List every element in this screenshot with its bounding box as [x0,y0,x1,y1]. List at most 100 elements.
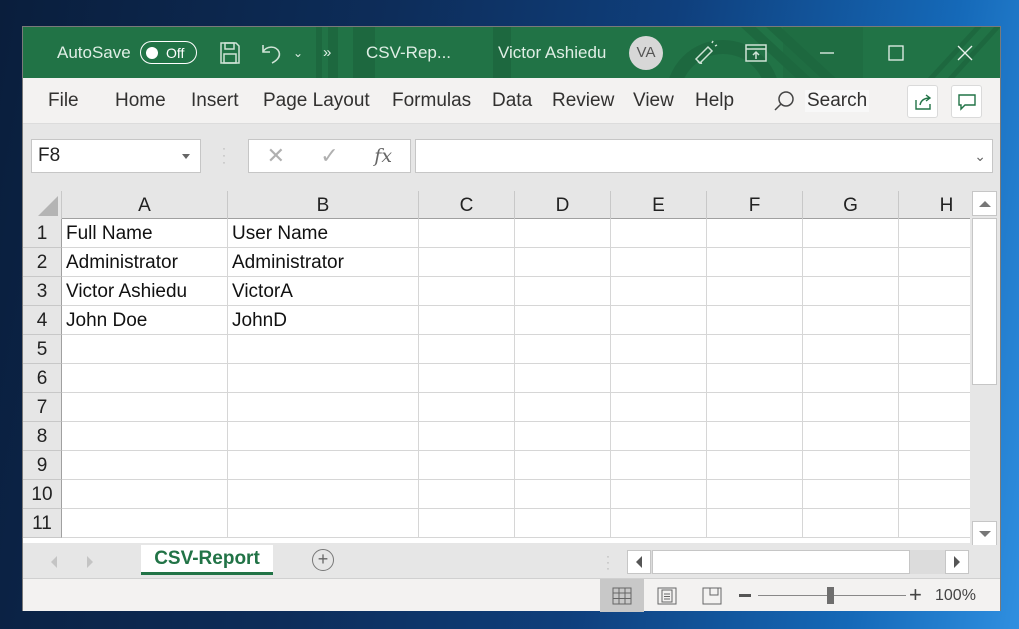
cell-g3[interactable] [803,277,899,306]
scroll-left-button[interactable] [627,550,651,574]
cell-g9[interactable] [803,451,899,480]
cell-a3[interactable]: Victor Ashiedu [62,277,228,306]
cell-a2[interactable]: Administrator [62,248,228,277]
cell-e8[interactable] [611,422,707,451]
column-header-h[interactable]: H [899,191,970,219]
tab-data[interactable]: Data [492,78,532,124]
cell-b3[interactable]: VictorA [228,277,419,306]
cell-d6[interactable] [515,364,611,393]
cell-a7[interactable] [62,393,228,422]
cell-h8[interactable] [899,422,970,451]
cell-d4[interactable] [515,306,611,335]
cell-h3[interactable] [899,277,970,306]
tab-home[interactable]: Home [115,78,166,124]
cell-d7[interactable] [515,393,611,422]
cell-e11[interactable] [611,509,707,538]
row-header-5[interactable]: 5 [23,335,62,364]
column-header-a[interactable]: A [62,191,228,219]
undo-button[interactable] [259,27,285,78]
row-header-6[interactable]: 6 [23,364,62,393]
cell-e3[interactable] [611,277,707,306]
cell-d11[interactable] [515,509,611,538]
row-header-7[interactable]: 7 [23,393,62,422]
row-header-1[interactable]: 1 [23,219,62,248]
cell-b4[interactable]: JohnD [228,306,419,335]
page-layout-view-button[interactable] [645,579,689,612]
zoom-level[interactable]: 100% [935,579,976,612]
formula-input[interactable]: ⌄ [415,139,993,173]
feedback-button[interactable] [692,27,718,78]
normal-view-button[interactable] [600,579,644,612]
cell-h6[interactable] [899,364,970,393]
cell-a9[interactable] [62,451,228,480]
column-header-b[interactable]: B [228,191,419,219]
cell-e6[interactable] [611,364,707,393]
cell-b5[interactable] [228,335,419,364]
cell-g10[interactable] [803,480,899,509]
vertical-scroll-thumb[interactable] [972,218,997,385]
cell-h1[interactable] [899,219,970,248]
zoom-out-button[interactable] [739,594,751,597]
cell-b1[interactable]: User Name [228,219,419,248]
column-header-e[interactable]: E [611,191,707,219]
cell-d10[interactable] [515,480,611,509]
zoom-slider-thumb[interactable] [827,587,834,604]
cell-a8[interactable] [62,422,228,451]
name-box-dropdown-icon[interactable] [182,154,190,159]
tab-insert[interactable]: Insert [191,78,239,124]
minimize-button[interactable] [804,27,850,78]
cell-c5[interactable] [419,335,515,364]
cell-e1[interactable] [611,219,707,248]
avatar-button[interactable]: VA [629,27,663,78]
cell-f9[interactable] [707,451,803,480]
row-header-8[interactable]: 8 [23,422,62,451]
cell-f7[interactable] [707,393,803,422]
tab-review[interactable]: Review [552,78,614,124]
row-header-2[interactable]: 2 [23,248,62,277]
column-header-g[interactable]: G [803,191,899,219]
cell-c3[interactable] [419,277,515,306]
row-header-10[interactable]: 10 [23,480,62,509]
cancel-entry-button[interactable]: ✕ [249,143,303,169]
cell-a5[interactable] [62,335,228,364]
name-box[interactable]: F8 [31,139,201,173]
row-header-4[interactable]: 4 [23,306,62,335]
share-button[interactable] [907,85,938,118]
column-header-f[interactable]: F [707,191,803,219]
cell-e9[interactable] [611,451,707,480]
cell-d1[interactable] [515,219,611,248]
horizontal-scrollbar[interactable] [627,550,969,574]
cell-d3[interactable] [515,277,611,306]
cell-e7[interactable] [611,393,707,422]
cell-f3[interactable] [707,277,803,306]
cell-h11[interactable] [899,509,970,538]
save-button[interactable] [219,27,241,78]
column-header-d[interactable]: D [515,191,611,219]
column-header-c[interactable]: C [419,191,515,219]
row-header-11[interactable]: 11 [23,509,62,538]
cell-f10[interactable] [707,480,803,509]
cell-c4[interactable] [419,306,515,335]
cell-c1[interactable] [419,219,515,248]
cell-b11[interactable] [228,509,419,538]
cell-f4[interactable] [707,306,803,335]
expand-formula-bar-icon[interactable]: ⌄ [974,148,986,165]
select-all-button[interactable] [23,191,62,219]
cell-d9[interactable] [515,451,611,480]
cell-f1[interactable] [707,219,803,248]
cell-h4[interactable] [899,306,970,335]
cell-a4[interactable]: John Doe [62,306,228,335]
cell-b7[interactable] [228,393,419,422]
cell-g6[interactable] [803,364,899,393]
scroll-down-button[interactable] [972,521,997,546]
confirm-entry-button[interactable]: ✓ [303,143,357,169]
cell-c8[interactable] [419,422,515,451]
cell-g11[interactable] [803,509,899,538]
tab-formulas[interactable]: Formulas [392,78,471,124]
cell-f5[interactable] [707,335,803,364]
cell-h10[interactable] [899,480,970,509]
cell-c11[interactable] [419,509,515,538]
cell-g1[interactable] [803,219,899,248]
more-commands-button[interactable]: » [323,27,331,78]
scroll-right-button[interactable] [945,550,969,574]
